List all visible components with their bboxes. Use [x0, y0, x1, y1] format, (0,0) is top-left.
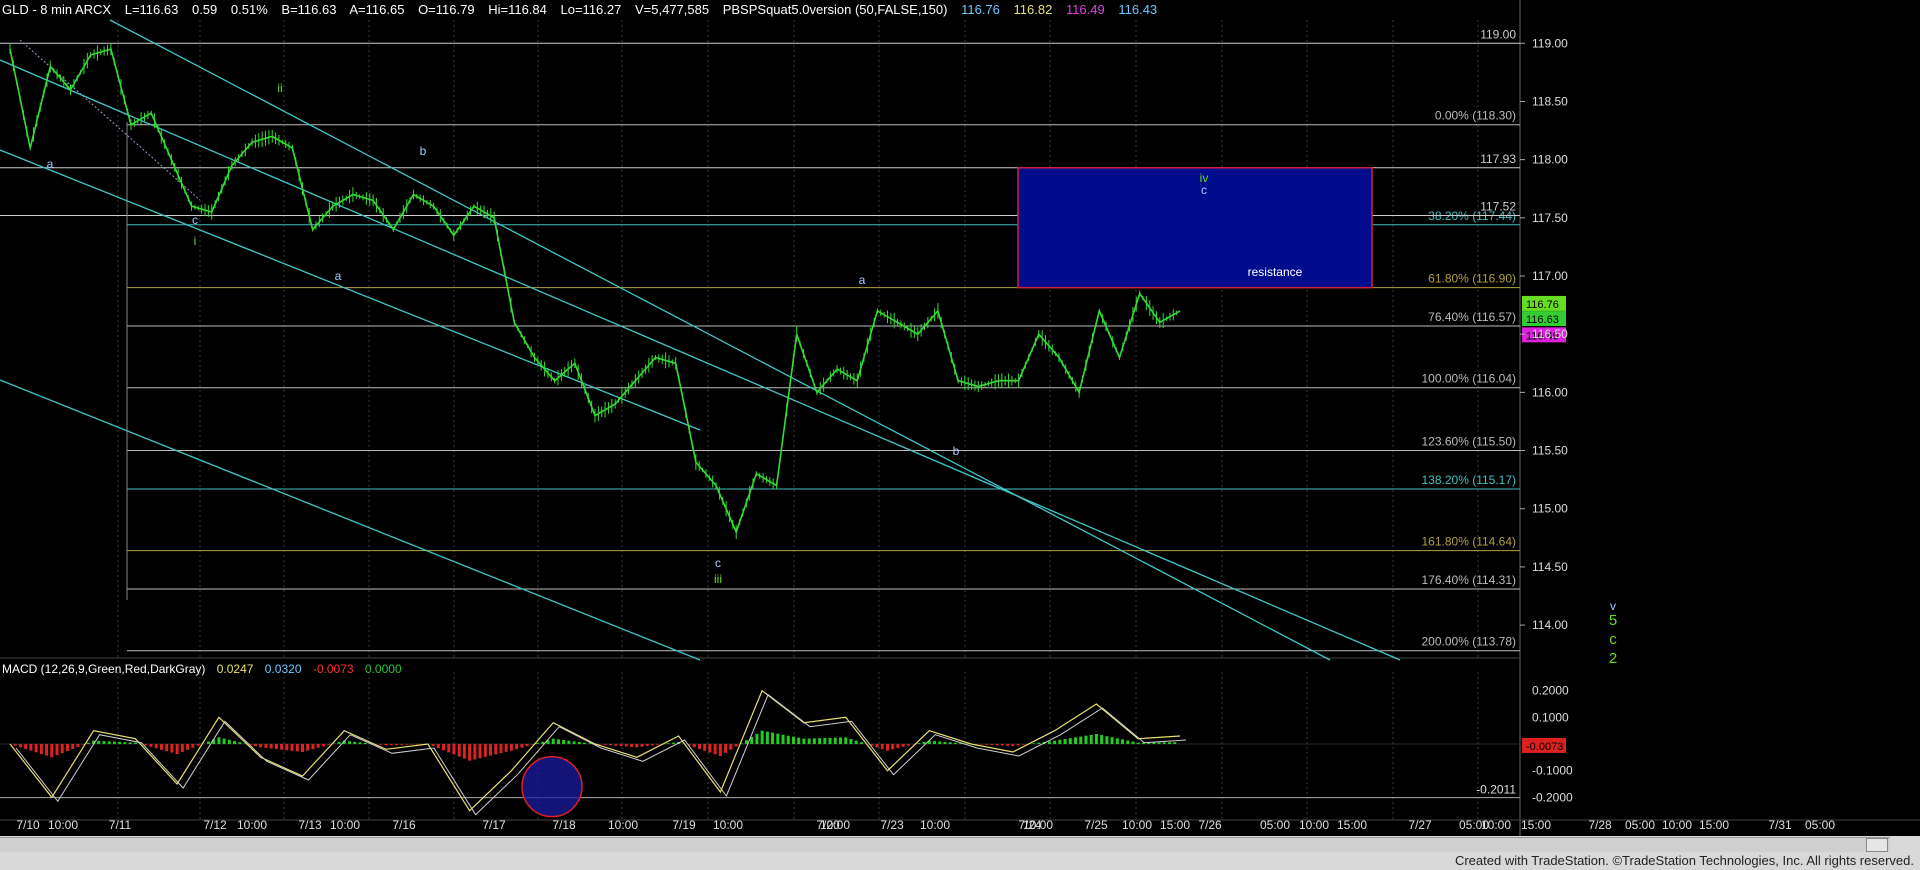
study-name: PBSPSquat5.0version (50,FALSE,150) — [722, 2, 948, 17]
macd-value-4: 0.0000 — [364, 662, 402, 676]
study-value-2: 116.82 — [1013, 2, 1053, 17]
y-tick-label: 117.50 — [1532, 211, 1568, 225]
dotted-trend-line — [19, 39, 201, 201]
chart-header: GLD - 8 min ARCX L=116.63 0.59 0.51% B=1… — [2, 2, 1167, 18]
copyright-footer: Created with TradeStation. ©TradeStation… — [1454, 853, 1914, 868]
fib-level-label: 123.60% (115.50) — [1421, 435, 1516, 449]
wave-label: a — [859, 273, 866, 287]
fib-level-label: 100.00% (116.04) — [1421, 372, 1516, 386]
wave-label: b — [420, 144, 427, 158]
macd-signal-line — [15, 693, 1187, 816]
y-tick-label: 116.50 — [1532, 327, 1568, 341]
percent-change: 0.51% — [230, 2, 268, 17]
macd-y-tick-label: -0.2000 — [1532, 790, 1573, 804]
scrollbar-thumb[interactable] — [1866, 838, 1888, 852]
wave-label: v — [1610, 599, 1616, 613]
symbol-label: GLD - 8 min ARCX — [2, 2, 112, 17]
macd-y-tick-label: 0.1000 — [1532, 710, 1569, 724]
study-value-1: 116.76 — [961, 2, 1000, 17]
wave-label: c — [192, 213, 198, 227]
horizontal-scrollbar[interactable] — [0, 837, 1890, 852]
macd-header: MACD (12,26,9,Green,Red,DarkGray) 0.0247… — [2, 662, 410, 676]
fib-level-label: 161.80% (114.64) — [1421, 535, 1516, 549]
wave-label: a — [335, 269, 342, 283]
fib-level-label: 200.00% (113.78) — [1421, 635, 1516, 649]
volume: V=5,477,585 — [634, 2, 710, 17]
wave-label: b — [953, 444, 960, 458]
open-price: O=116.79 — [418, 2, 475, 17]
resistance-label: resistance — [1248, 265, 1303, 279]
level-label: 117.52 — [1480, 199, 1516, 213]
macd-y-tick-label: 0.2000 — [1532, 684, 1569, 698]
y-tick-label: 115.00 — [1532, 502, 1568, 516]
level-label: 117.93 — [1480, 152, 1516, 166]
chart-root: 0.00% (118.30) 38.20% (117.44) 61.80% (116… — [0, 0, 1920, 870]
channel-line — [0, 59, 1401, 661]
y-tick-label: 114.50 — [1532, 560, 1568, 574]
y-tick-label: 118.50 — [1532, 94, 1568, 108]
macd-value-1: 0.0247 — [216, 662, 254, 676]
fib-level-label: 0.00% (118.30) — [1435, 109, 1516, 123]
macd-value-2: 0.0320 — [264, 662, 302, 676]
price-chart: 0.00% (118.30)38.20% (117.44)61.80% (116… — [0, 0, 1920, 836]
study-value-4: 116.43 — [1118, 2, 1158, 17]
net-change: 0.59 — [191, 2, 218, 17]
y-tick-label: 116.00 — [1532, 385, 1568, 399]
wave-label: 5 — [1609, 612, 1617, 629]
bid-price: B=116.63 — [281, 2, 337, 17]
macd-tag-label: -0.2011 — [1476, 783, 1516, 797]
wave-label: 2 — [1609, 650, 1617, 667]
fib-level-label: 76.40% (116.57) — [1428, 310, 1516, 324]
y-tick-label: 115.50 — [1532, 444, 1568, 458]
macd-y-tick-label: -0.1000 — [1532, 764, 1573, 778]
price-tag-label: 116.63 — [1526, 314, 1559, 326]
resistance-box — [1017, 167, 1373, 289]
level-label: 119.00 — [1480, 27, 1516, 41]
fib-level-label: 61.80% (116.90) — [1428, 272, 1516, 286]
price-line — [9, 48, 1181, 535]
wave-label: c — [1609, 631, 1617, 648]
macd-tag-label: -0.0073 — [1526, 741, 1563, 753]
macd-label: MACD (12,26,9,Green,Red,DarkGray) — [2, 662, 206, 676]
wave-label: i — [194, 234, 197, 248]
y-tick-label: 119.00 — [1532, 36, 1568, 50]
fib-level-label: 176.40% (114.31) — [1421, 573, 1516, 587]
wave-label: a — [47, 157, 54, 171]
ask-price: A=116.65 — [349, 2, 405, 17]
last-price: L=116.63 — [124, 2, 179, 17]
y-tick-label: 114.00 — [1532, 618, 1568, 632]
wave-label: ii — [277, 81, 282, 95]
wave-label: c — [715, 556, 721, 570]
high-price: Hi=116.84 — [488, 2, 547, 17]
wave-label: c — [1201, 183, 1207, 197]
fib-level-label: 138.20% (115.17) — [1421, 473, 1516, 487]
macd-line — [9, 689, 1181, 812]
macd-highlight-circle — [521, 755, 583, 818]
y-tick-label: 117.00 — [1532, 269, 1568, 283]
macd-value-3: -0.0073 — [312, 662, 354, 676]
study-value-3: 116.49 — [1065, 2, 1105, 17]
wave-label: iii — [714, 572, 722, 586]
low-price: Lo=116.27 — [560, 2, 622, 17]
price-tag-label: 116.76 — [1526, 299, 1559, 311]
y-tick-label: 118.00 — [1532, 153, 1568, 167]
